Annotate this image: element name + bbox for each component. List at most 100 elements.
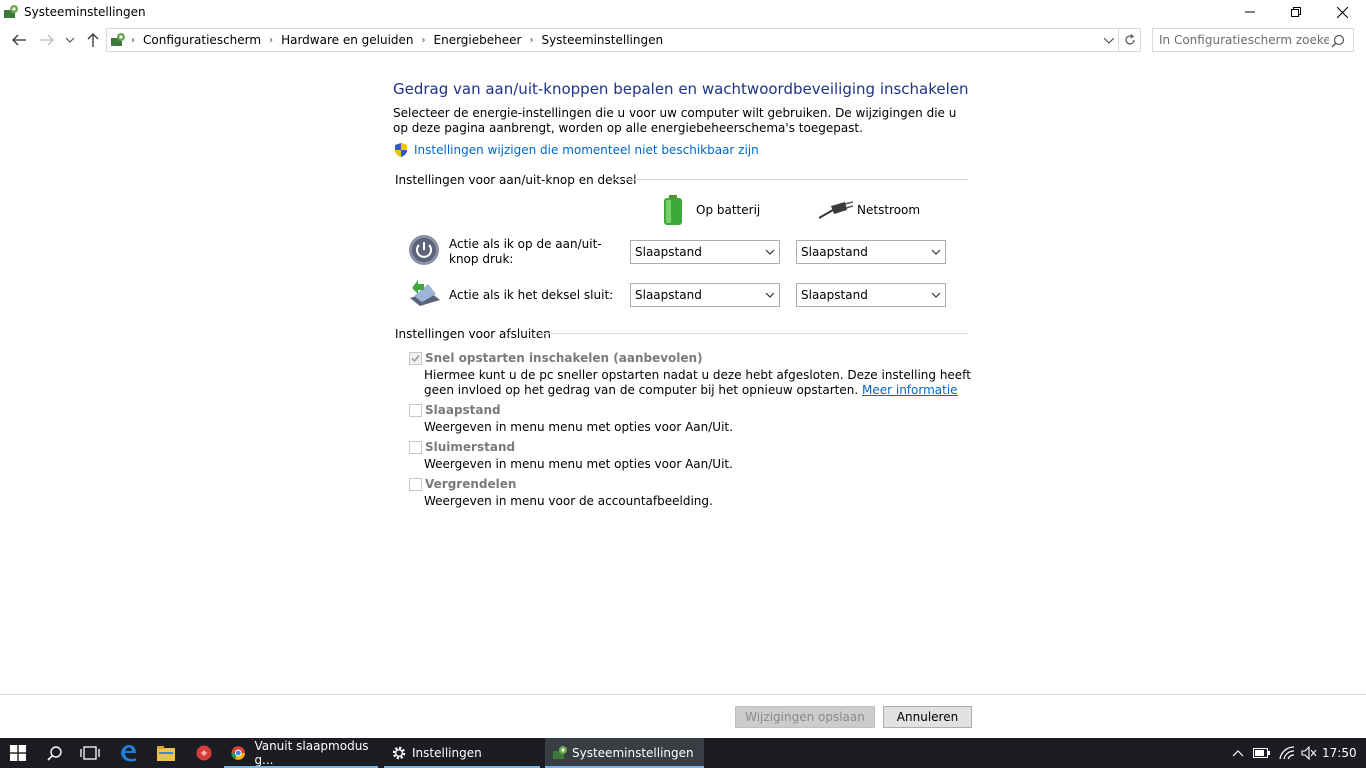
lid-action-label: Actie als ik het deksel sluit: bbox=[449, 288, 614, 302]
window-title: Systeeminstellingen bbox=[24, 5, 146, 19]
taskbar-app-settings[interactable]: Instellingen bbox=[384, 738, 540, 768]
selected-value: Slaapstand bbox=[635, 288, 702, 302]
battery-tray-icon bbox=[1253, 748, 1270, 758]
forward-arrow-icon bbox=[40, 34, 54, 46]
search-icon bbox=[47, 746, 62, 761]
refresh-button[interactable] bbox=[1119, 28, 1141, 52]
title-bar: Systeeminstellingen bbox=[0, 0, 1366, 24]
network-tray-button[interactable] bbox=[1276, 738, 1298, 768]
chevron-down-icon bbox=[765, 292, 775, 298]
search-button[interactable] bbox=[38, 738, 72, 768]
group-divider bbox=[538, 333, 968, 334]
control-panel-icon bbox=[111, 33, 125, 46]
sleep-checkbox[interactable] bbox=[409, 404, 422, 417]
selected-value: Slaapstand bbox=[801, 288, 868, 302]
more-info-link[interactable]: Meer informatie bbox=[862, 383, 958, 397]
chevron-down-icon bbox=[931, 292, 941, 298]
admin-settings-link[interactable]: Instellingen wijzigen die momenteel niet… bbox=[393, 142, 759, 158]
clock[interactable]: 17:50 bbox=[1322, 746, 1357, 760]
control-panel-window: Systeeminstellingen › Configuratiescherm… bbox=[0, 0, 1366, 738]
taskbar: Vanuit slaapmodus g... Instellingen Syst… bbox=[0, 738, 1366, 768]
control-panel-icon bbox=[553, 746, 567, 759]
checkmark-icon bbox=[411, 355, 420, 363]
breadcrumb-separator-icon: › bbox=[131, 34, 135, 46]
control-panel-icon bbox=[4, 5, 18, 18]
hibernate-description: Weergeven in menu menu met opties voor A… bbox=[424, 457, 733, 471]
show-hidden-icons-button[interactable] bbox=[1228, 738, 1248, 768]
up-button[interactable] bbox=[82, 29, 104, 51]
task-view-icon bbox=[80, 746, 100, 760]
battery-icon bbox=[664, 195, 682, 225]
chevron-down-icon bbox=[931, 249, 941, 255]
admin-settings-link-text[interactable]: Instellingen wijzigen die momenteel niet… bbox=[414, 143, 759, 157]
ac-column-header: Netstroom bbox=[819, 200, 920, 220]
close-button[interactable] bbox=[1319, 0, 1365, 24]
search-icon[interactable] bbox=[1331, 34, 1345, 48]
fast-startup-label: Snel opstarten inschakelen (aanbevolen) bbox=[425, 351, 703, 365]
search-input[interactable] bbox=[1159, 33, 1329, 47]
taskbar-app-system-settings[interactable]: Systeeminstellingen bbox=[545, 738, 704, 768]
page-description: Selecteer de energie-instellingen die u … bbox=[393, 106, 957, 135]
lock-label: Vergrendelen bbox=[425, 477, 517, 491]
breadcrumb-system-settings[interactable]: Systeeminstellingen bbox=[541, 33, 663, 47]
laptop-lid-icon bbox=[410, 280, 440, 306]
hibernate-label: Sluimerstand bbox=[425, 440, 516, 454]
battery-tray-button[interactable] bbox=[1251, 738, 1273, 768]
address-bar[interactable]: › Configuratiescherm › Hardware en gelui… bbox=[106, 28, 1119, 52]
lock-description: Weergeven in menu voor de accountafbeeld… bbox=[424, 494, 713, 508]
task-view-button[interactable] bbox=[73, 738, 107, 768]
search-box[interactable] bbox=[1152, 28, 1354, 52]
refresh-icon bbox=[1124, 34, 1135, 45]
power-button-ac-select[interactable]: Slaapstand bbox=[796, 240, 946, 264]
breadcrumb-control-panel[interactable]: Configuratiescherm bbox=[143, 33, 261, 47]
taskbar-app-label: Instellingen bbox=[412, 746, 482, 760]
power-button-icon bbox=[409, 235, 439, 265]
battery-column-header: Op batterij bbox=[663, 195, 760, 225]
chevron-down-icon bbox=[765, 249, 775, 255]
recent-locations-button[interactable] bbox=[62, 29, 78, 51]
breadcrumb-separator-icon: › bbox=[529, 34, 534, 46]
red-app-icon bbox=[196, 745, 212, 761]
fast-startup-description: Hiermee kunt u de pc sneller opstarten n… bbox=[424, 368, 973, 398]
restore-icon bbox=[1291, 7, 1301, 17]
breadcrumb-hardware-sound[interactable]: Hardware en geluiden bbox=[281, 33, 413, 47]
volume-muted-icon bbox=[1301, 746, 1317, 760]
close-icon bbox=[1336, 6, 1348, 18]
forward-button[interactable] bbox=[36, 29, 58, 51]
power-button-battery-select[interactable]: Slaapstand bbox=[630, 240, 780, 264]
ac-label: Netstroom bbox=[857, 203, 921, 217]
save-changes-button[interactable]: Wijzigingen opslaan bbox=[735, 706, 875, 728]
chevron-up-icon bbox=[1232, 749, 1244, 756]
taskbar-app-chrome[interactable]: Vanuit slaapmodus g... bbox=[224, 738, 378, 768]
selected-value: Slaapstand bbox=[801, 245, 868, 259]
lid-ac-select[interactable]: Slaapstand bbox=[796, 283, 946, 307]
sleep-description: Weergeven in menu menu met opties voor A… bbox=[424, 420, 733, 434]
windows-logo-icon bbox=[10, 745, 26, 761]
lock-checkbox[interactable] bbox=[409, 478, 422, 491]
file-explorer-button[interactable] bbox=[148, 738, 184, 768]
battery-label: Op batterij bbox=[696, 203, 761, 217]
uac-shield-icon bbox=[395, 143, 407, 157]
selected-value: Slaapstand bbox=[635, 245, 702, 259]
footer-divider bbox=[0, 694, 1366, 695]
gear-icon bbox=[392, 746, 406, 760]
breadcrumb-power-options[interactable]: Energiebeheer bbox=[434, 33, 522, 47]
fast-startup-checkbox[interactable] bbox=[409, 352, 422, 365]
cancel-button[interactable]: Annuleren bbox=[883, 706, 972, 728]
back-arrow-icon bbox=[12, 34, 26, 46]
wifi-icon bbox=[1279, 746, 1295, 760]
volume-tray-button[interactable] bbox=[1299, 738, 1319, 768]
hibernate-checkbox[interactable] bbox=[409, 441, 422, 454]
app-button-red[interactable] bbox=[186, 738, 222, 768]
restore-button[interactable] bbox=[1273, 0, 1319, 24]
back-button[interactable] bbox=[8, 29, 30, 51]
power-lid-group-title: Instellingen voor aan/uit-knop en deksel bbox=[395, 173, 637, 187]
minimize-button[interactable] bbox=[1227, 0, 1273, 24]
address-dropdown-icon[interactable] bbox=[1104, 38, 1114, 44]
start-button[interactable] bbox=[0, 738, 36, 768]
chrome-icon bbox=[231, 746, 245, 760]
shutdown-group-title: Instellingen voor afsluiten bbox=[395, 327, 551, 341]
edge-button[interactable] bbox=[110, 738, 146, 768]
minimize-icon bbox=[1245, 11, 1255, 13]
lid-battery-select[interactable]: Slaapstand bbox=[630, 283, 780, 307]
